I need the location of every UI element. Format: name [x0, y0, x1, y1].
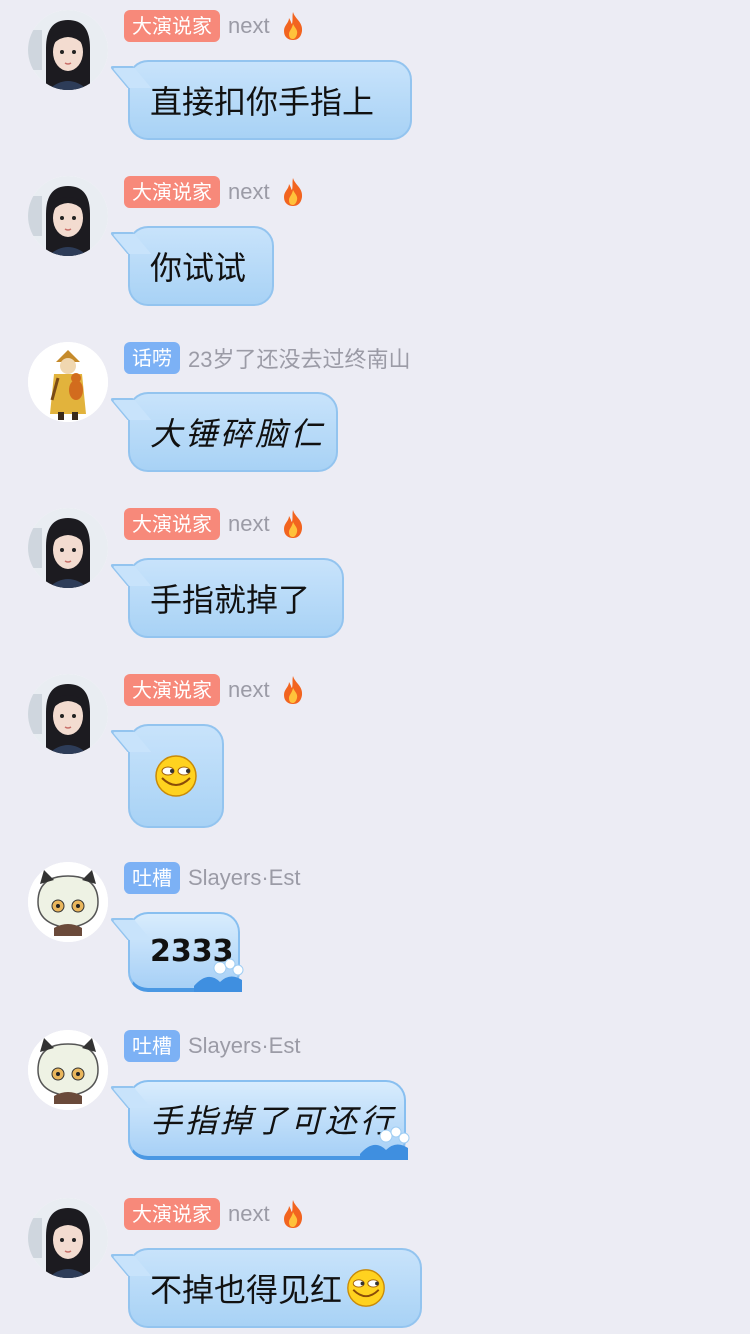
nickname[interactable]: next — [228, 13, 270, 39]
girl-avatar[interactable] — [28, 674, 108, 754]
message-meta: 大演说家 next — [124, 9, 306, 43]
girl-avatar[interactable] — [28, 508, 108, 588]
message-bubble[interactable]: 你试试 — [128, 226, 274, 306]
smirk-emoji — [347, 1269, 385, 1307]
flame-icon — [283, 178, 302, 206]
message-meta: 大演说家 next — [124, 673, 306, 707]
message-meta: 大演说家 next — [124, 175, 306, 209]
message-meta: 吐槽 Slayers·Est — [124, 1029, 300, 1063]
title-badge[interactable]: 大演说家 — [124, 10, 220, 42]
nickname[interactable]: next — [228, 511, 270, 537]
message-bubble[interactable]: 手指掉了可还行 — [128, 1080, 410, 1160]
message-bubble[interactable]: 大锤碎脑仁 — [128, 392, 338, 472]
nickname[interactable]: next — [228, 677, 270, 703]
title-badge[interactable]: 大演说家 — [124, 508, 220, 540]
cat-girl-avatar[interactable] — [28, 1030, 108, 1110]
message-text: 你试试 — [150, 249, 247, 287]
message-text: 不掉也得见红 — [150, 1271, 343, 1309]
flame-icon — [283, 510, 302, 538]
message-bubble[interactable]: 不掉也得见红 — [128, 1248, 422, 1328]
girl-avatar[interactable] — [28, 10, 108, 90]
title-badge[interactable]: 大演说家 — [124, 1198, 220, 1230]
message-text: 直接扣你手指上 — [150, 83, 375, 121]
nickname[interactable]: next — [228, 1201, 270, 1227]
message-meta: 大演说家 next — [124, 507, 306, 541]
title-badge[interactable]: 吐槽 — [124, 862, 180, 894]
message-text: 大锤碎脑仁 — [150, 415, 326, 453]
message-text: 手指就掉了 — [150, 581, 311, 619]
nickname[interactable]: Slayers·Est — [188, 1033, 300, 1059]
title-badge[interactable]: 大演说家 — [124, 176, 220, 208]
nickname[interactable]: Slayers·Est — [188, 865, 300, 891]
wave-decoration-icon — [360, 1126, 410, 1160]
message-bubble[interactable]: 2333 — [128, 912, 244, 992]
flame-icon — [283, 1200, 302, 1228]
nickname[interactable]: 23岁了还没去过终南山 — [188, 342, 410, 374]
flame-icon — [283, 12, 302, 40]
title-badge[interactable]: 吐槽 — [124, 1030, 180, 1062]
nickname[interactable]: next — [228, 179, 270, 205]
message-meta: 吐槽 Slayers·Est — [124, 861, 300, 895]
smirk-emoji — [155, 755, 197, 797]
flame-icon — [283, 676, 302, 704]
girl-avatar[interactable] — [28, 176, 108, 256]
message-bubble[interactable] — [128, 724, 224, 828]
cat-girl-avatar[interactable] — [28, 862, 108, 942]
title-badge[interactable]: 大演说家 — [124, 674, 220, 706]
girl-avatar[interactable] — [28, 1198, 108, 1278]
message-bubble[interactable]: 直接扣你手指上 — [128, 60, 412, 140]
message-meta: 大演说家 next — [124, 1197, 306, 1231]
wave-decoration-icon — [194, 958, 244, 992]
message-bubble[interactable]: 手指就掉了 — [128, 558, 344, 638]
monk-avatar[interactable] — [28, 342, 108, 422]
title-badge[interactable]: 话唠 — [124, 342, 180, 374]
message-meta: 话唠 23岁了还没去过终南山 — [124, 341, 410, 375]
